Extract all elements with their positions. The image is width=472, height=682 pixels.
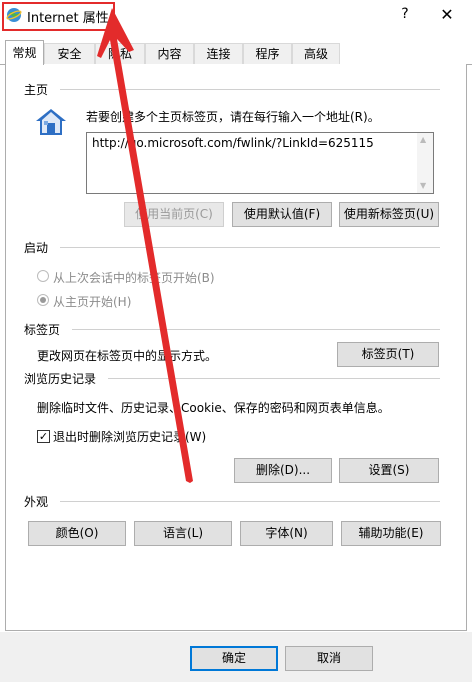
tab-general[interactable]: 常规: [5, 40, 44, 65]
home-url-text: http://go.microsoft.com/fwlink/?LinkId=6…: [92, 136, 374, 150]
tabs-description: 更改网页在标签页中的显示方式。: [37, 349, 218, 363]
scroll-down-icon[interactable]: ▼: [420, 181, 426, 190]
use-current-button[interactable]: 使用当前页(C): [124, 202, 224, 227]
delete-on-exit-label: 退出时删除浏览历史记录(W): [53, 430, 207, 444]
delete-history-button[interactable]: 删除(D)...: [234, 458, 332, 483]
colors-button[interactable]: 颜色(O): [28, 521, 126, 546]
annotation-highlight-box: [2, 2, 115, 31]
ok-button[interactable]: 确定: [190, 646, 278, 671]
section-title-history: 浏览历史记录: [24, 372, 97, 386]
tab-security[interactable]: 安全: [44, 43, 95, 64]
radio-home-page-label: 从主页开始(H): [53, 295, 132, 309]
tab-content[interactable]: 内容: [145, 43, 194, 64]
use-default-button[interactable]: 使用默认值(F): [232, 202, 332, 227]
section-rule-tabs: [72, 329, 440, 330]
textarea-scrollbar[interactable]: ▲ ▼: [417, 133, 433, 193]
history-description: 删除临时文件、历史记录、Cookie、保存的密码和网页表单信息。: [37, 401, 390, 415]
section-title-startup: 启动: [24, 241, 49, 255]
close-button[interactable]: ✕: [436, 5, 458, 27]
help-button[interactable]: ?: [394, 6, 416, 26]
radio-home-page[interactable]: [37, 294, 49, 306]
section-rule-appearance: [60, 501, 440, 502]
radio-last-session-label: 从上次会话中的标签页开始(B): [53, 271, 215, 285]
scroll-up-icon[interactable]: ▲: [420, 135, 426, 144]
radio-last-session[interactable]: [37, 270, 49, 282]
home-url-textarea[interactable]: http://go.microsoft.com/fwlink/?LinkId=6…: [86, 132, 434, 194]
languages-button[interactable]: 语言(L): [134, 521, 232, 546]
cancel-button[interactable]: 取消: [285, 646, 373, 671]
section-title-tabs: 标签页: [24, 323, 61, 337]
tabs-settings-button[interactable]: 标签页(T): [337, 342, 439, 367]
fonts-button[interactable]: 字体(N): [240, 521, 333, 546]
tab-connections[interactable]: 连接: [194, 43, 243, 64]
use-new-tab-button[interactable]: 使用新标签页(U): [339, 202, 439, 227]
section-rule-home: [60, 89, 440, 90]
section-rule-startup: [60, 247, 440, 248]
house-icon: [34, 107, 68, 137]
accessibility-button[interactable]: 辅助功能(E): [341, 521, 441, 546]
section-title-home: 主页: [24, 83, 49, 97]
delete-on-exit-checkbox[interactable]: ✓: [37, 430, 50, 443]
home-instruction: 若要创建多个主页标签页，请在每行输入一个地址(R)。: [86, 110, 380, 124]
tab-advanced[interactable]: 高级: [292, 43, 340, 64]
tab-privacy[interactable]: 隐私: [95, 43, 145, 64]
section-title-appearance: 外观: [24, 495, 49, 509]
section-rule-history: [108, 378, 440, 379]
history-settings-button[interactable]: 设置(S): [339, 458, 439, 483]
tab-programs[interactable]: 程序: [243, 43, 292, 64]
